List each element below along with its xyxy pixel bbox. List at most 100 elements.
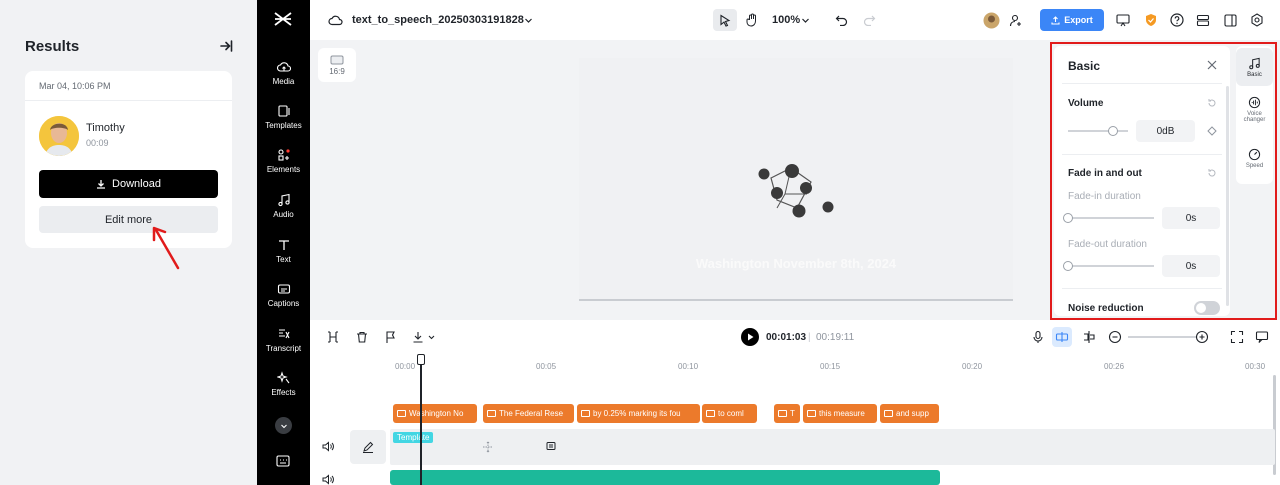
sidebar-more-button[interactable] — [275, 417, 292, 434]
clip-label: Washington No — [409, 409, 464, 418]
edit-track-button[interactable] — [350, 430, 386, 464]
clip-label: The Federal Rese — [499, 409, 564, 418]
fade-out-slider-knob[interactable] — [1063, 261, 1073, 271]
speaker-icon[interactable] — [322, 474, 334, 485]
cloud-sync-icon[interactable] — [326, 0, 344, 40]
sidebar-item-templates[interactable]: Templates — [257, 104, 310, 130]
download-dropdown-icon[interactable] — [412, 330, 436, 344]
hand-tool-icon[interactable] — [742, 0, 762, 40]
snap-icon — [1055, 331, 1069, 343]
fade-in-slider-knob[interactable] — [1063, 213, 1073, 223]
delete-icon[interactable] — [355, 330, 369, 344]
keyframe-diamond-icon[interactable] — [1207, 126, 1217, 136]
playhead-line[interactable] — [420, 360, 422, 485]
aspect-ratio-icon — [330, 55, 344, 65]
sidebar-item-elements[interactable]: Elements — [257, 148, 310, 174]
caption-clip[interactable]: T — [774, 404, 800, 423]
caption-clip[interactable]: to coml — [702, 404, 757, 423]
current-time: 00:01:03 — [766, 332, 807, 343]
divider — [1062, 154, 1222, 155]
play-button[interactable] — [741, 328, 759, 346]
caption-clip[interactable]: The Federal Rese — [483, 404, 574, 423]
close-icon[interactable] — [1206, 59, 1218, 71]
fade-in-value[interactable]: 0s — [1162, 207, 1220, 229]
sidebar-item-transcript[interactable]: Transcript — [257, 327, 310, 353]
caption-clip[interactable]: and supp — [880, 404, 939, 423]
volume-value[interactable]: 0dB — [1136, 120, 1195, 142]
aspect-ratio-button[interactable]: 16:9 — [318, 48, 356, 82]
caption-icon — [581, 410, 590, 417]
sidebar-label: Elements — [266, 165, 301, 174]
tab-basic[interactable]: Basic — [1236, 48, 1273, 86]
sidebar-item-effects[interactable]: Effects — [257, 371, 310, 397]
playhead-handle[interactable] — [417, 354, 425, 365]
upload-icon — [1051, 15, 1060, 25]
top-bar: text_to_speech_20250303191828 100% Expor… — [310, 0, 1280, 40]
chevron-down-icon[interactable] — [522, 0, 534, 40]
keyboard-icon[interactable] — [276, 455, 290, 467]
volume-slider-knob[interactable] — [1108, 126, 1118, 136]
time-ruler[interactable]: 00:00 00:05 00:10 00:15 00:20 00:26 00:3… — [390, 354, 1280, 374]
auto-snap-button[interactable] — [1052, 327, 1072, 347]
feedback-icon[interactable] — [1255, 330, 1269, 344]
help-icon[interactable] — [1168, 0, 1186, 40]
ruler-tick: 00:26 — [1104, 362, 1125, 371]
audio-clip[interactable] — [390, 470, 940, 485]
fade-out-slider-track[interactable] — [1068, 265, 1154, 267]
layout-panel-icon[interactable] — [1221, 0, 1239, 40]
fade-in-slider-track[interactable] — [1068, 217, 1154, 219]
split-icon[interactable] — [326, 330, 340, 344]
flag-icon[interactable] — [384, 330, 398, 344]
project-title[interactable]: text_to_speech_20250303191828 — [352, 0, 524, 40]
zoom-slider[interactable] — [1128, 336, 1196, 338]
shield-icon[interactable] — [1142, 0, 1160, 40]
fit-screen-icon[interactable] — [1230, 330, 1244, 344]
edit-more-button[interactable]: Edit more — [39, 206, 218, 233]
noise-reduction-toggle[interactable] — [1194, 301, 1220, 315]
fade-out-label: Fade-out duration — [1068, 239, 1147, 250]
sidebar-item-media[interactable]: Media — [257, 60, 310, 86]
captions-icon — [277, 282, 291, 296]
timeline-toolbar: 00:01:03 | 00:19:11 — [310, 320, 1280, 354]
sidebar-item-audio[interactable]: Audio — [257, 193, 310, 219]
storage-icon[interactable] — [1194, 0, 1212, 40]
download-button[interactable]: Download — [39, 170, 218, 198]
cursor-icon — [719, 14, 731, 27]
reset-icon[interactable] — [1207, 168, 1217, 178]
add-user-icon[interactable] — [1006, 0, 1026, 40]
export-button[interactable]: Export — [1040, 9, 1104, 31]
select-tool-button[interactable] — [713, 9, 737, 31]
zoom-out-icon[interactable] — [1108, 330, 1122, 344]
volume-label: Volume — [1068, 98, 1104, 109]
link-clips-icon[interactable] — [1082, 330, 1096, 344]
present-icon[interactable] — [1114, 0, 1132, 40]
reset-icon[interactable] — [1207, 98, 1217, 108]
caption-clip[interactable]: by 0.25% marking its fou — [577, 404, 700, 423]
collapse-panel-icon[interactable] — [218, 38, 234, 54]
sidebar-item-captions[interactable]: Captions — [257, 282, 310, 308]
caption-clip[interactable]: Washington No — [393, 404, 477, 423]
zoom-level[interactable]: 100% — [772, 0, 800, 40]
tab-voice-changer[interactable]: Voice changer — [1236, 96, 1273, 123]
user-avatar[interactable] — [981, 0, 1001, 40]
video-preview[interactable]: Washington November 8th, 2024 — [579, 58, 1013, 301]
settings-icon[interactable] — [1248, 0, 1266, 40]
undo-icon[interactable] — [832, 0, 850, 40]
elements-icon — [277, 148, 291, 162]
caption-clip[interactable]: this measure — [803, 404, 877, 423]
time-separator: | — [808, 332, 811, 343]
fade-out-value[interactable]: 0s — [1162, 255, 1220, 277]
speaker-icon[interactable] — [322, 441, 334, 452]
zoom-in-icon[interactable] — [1195, 330, 1209, 344]
chevron-down-icon[interactable] — [800, 0, 810, 40]
microphone-icon[interactable] — [1031, 330, 1045, 344]
sidebar-item-text[interactable]: Text — [257, 238, 310, 264]
toggle-knob — [1196, 303, 1206, 313]
panel-scrollbar[interactable] — [1226, 86, 1229, 306]
capcut-logo — [274, 11, 292, 27]
volume-slider-track[interactable] — [1068, 130, 1128, 132]
caption-icon — [778, 410, 787, 417]
template-track[interactable] — [390, 429, 1275, 465]
tab-speed[interactable]: Speed — [1236, 148, 1273, 169]
redo-icon[interactable] — [860, 0, 878, 40]
